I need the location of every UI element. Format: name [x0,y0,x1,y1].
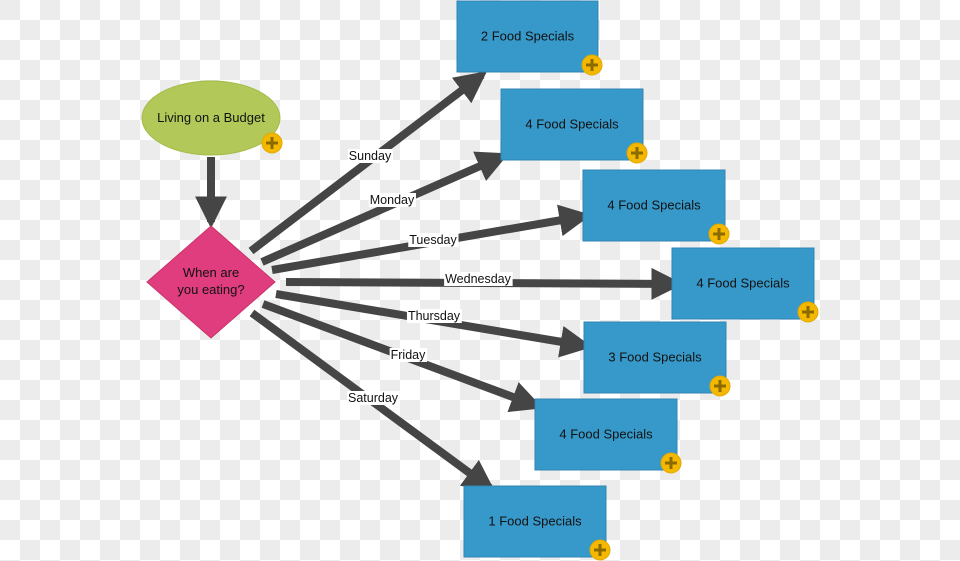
edge-label-text: Saturday [348,391,399,405]
food-specials-box-monday[interactable]: 4 Food Specials [500,88,648,164]
food-specials-box-sunday[interactable]: 2 Food Specials [456,0,603,76]
food-specials-box-friday[interactable]: 4 Food Specials [534,398,682,474]
edge-label-monday: Monday [368,193,416,207]
edge-label-friday: Friday [389,348,428,362]
food-specials-box-label: 4 Food Specials [559,427,653,442]
decision-node-label-line: When are [183,265,239,280]
food-specials-box-tuesday[interactable]: 4 Food Specials [582,169,730,245]
food-specials-box-thursday[interactable]: 3 Food Specials [583,321,731,397]
edge-label-text: Monday [370,193,415,207]
start-node-label: Living on a Budget [157,110,265,125]
food-specials-box-label: 4 Food Specials [696,276,790,291]
add-node-plus-icon[interactable] [709,375,731,397]
edge-label-text: Friday [391,348,426,362]
edge-label-text: Wednesday [445,272,512,286]
add-node-plus-icon[interactable] [708,223,730,245]
add-node-plus-icon[interactable] [660,452,682,474]
edge-label-text: Thursday [408,309,461,323]
food-specials-box-label: 3 Food Specials [608,350,702,365]
edge-label-thursday: Thursday [406,309,462,323]
food-specials-box-label: 1 Food Specials [488,514,582,529]
edge-label-sunday: Sunday [347,149,393,163]
add-node-plus-icon[interactable] [626,142,648,164]
start-node[interactable]: Living on a Budget [141,80,283,156]
flowchart: Living on a Budget When are you eating? 2 F… [141,0,819,561]
edge-label-text: Tuesday [409,233,457,247]
edge-label-tuesday: Tuesday [408,233,459,247]
food-specials-box-wednesday[interactable]: 4 Food Specials [671,247,819,323]
food-specials-box-saturday[interactable]: 1 Food Specials [463,485,611,561]
arrow-monday [260,151,509,266]
food-specials-box-label: 4 Food Specials [607,198,701,213]
add-node-plus-icon[interactable] [261,132,283,154]
decision-node-label-line: you eating? [177,282,244,297]
edge-label-text: Sunday [349,149,392,163]
add-node-plus-icon[interactable] [797,301,819,323]
add-node-plus-icon[interactable] [581,54,603,76]
edge-label-wednesday: Wednesday [444,272,513,286]
edge-label-saturday: Saturday [346,391,400,405]
food-specials-box-label: 4 Food Specials [525,117,619,132]
food-specials-box-label: 2 Food Specials [481,29,575,44]
add-node-plus-icon[interactable] [589,539,611,561]
